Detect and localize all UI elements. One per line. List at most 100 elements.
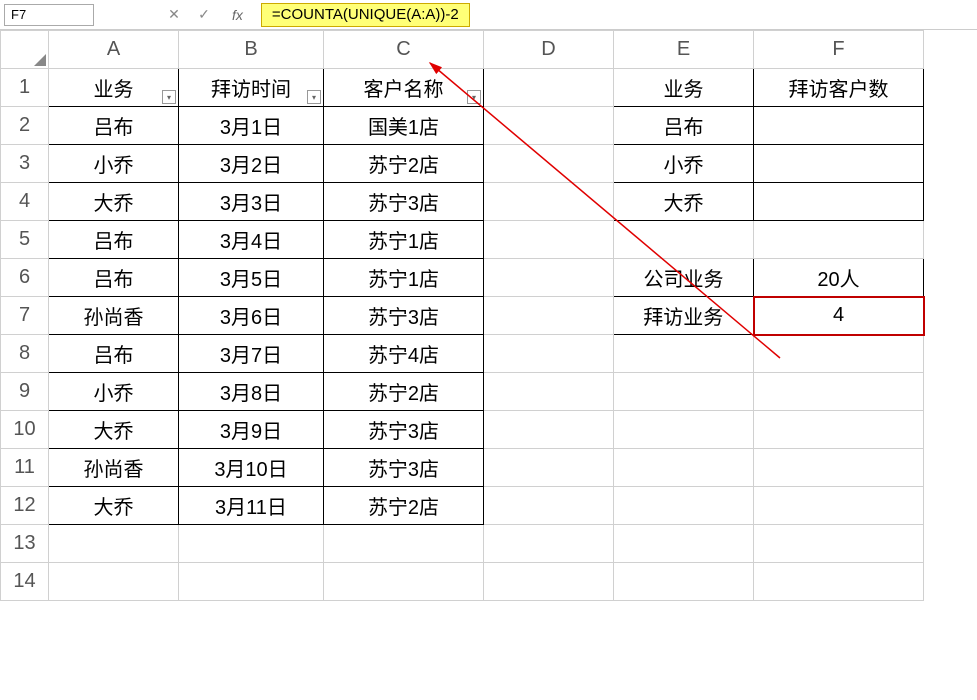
col-header-b[interactable]: B	[179, 31, 324, 69]
cell-a5[interactable]: 吕布	[49, 221, 179, 259]
cell-a12[interactable]: 大乔	[49, 487, 179, 525]
row-header-6[interactable]: 6	[1, 259, 49, 297]
cell-d8[interactable]	[484, 335, 614, 373]
cell-a3[interactable]: 小乔	[49, 145, 179, 183]
cell-d11[interactable]	[484, 449, 614, 487]
cell-d10[interactable]	[484, 411, 614, 449]
cell-c5[interactable]: 苏宁1店	[324, 221, 484, 259]
cell-e13[interactable]	[614, 525, 754, 563]
col-header-f[interactable]: F	[754, 31, 924, 69]
col-header-e[interactable]: E	[614, 31, 754, 69]
cell-a10[interactable]: 大乔	[49, 411, 179, 449]
cell-e2[interactable]: 吕布	[614, 107, 754, 145]
cell-d13[interactable]	[484, 525, 614, 563]
cell-e4[interactable]: 大乔	[614, 183, 754, 221]
cell-a11[interactable]: 孙尚香	[49, 449, 179, 487]
cell-a4[interactable]: 大乔	[49, 183, 179, 221]
cell-a7[interactable]: 孙尚香	[49, 297, 179, 335]
cell-c11[interactable]: 苏宁3店	[324, 449, 484, 487]
cell-b11[interactable]: 3月10日	[179, 449, 324, 487]
cell-c2[interactable]: 国美1店	[324, 107, 484, 145]
cell-b7[interactable]: 3月6日	[179, 297, 324, 335]
cell-f10[interactable]	[754, 411, 924, 449]
filter-icon[interactable]: ▾	[467, 90, 481, 104]
row-header-11[interactable]: 11	[1, 449, 49, 487]
cell-b4[interactable]: 3月3日	[179, 183, 324, 221]
select-all-corner[interactable]	[1, 31, 49, 69]
cell-e7[interactable]: 拜访业务	[614, 297, 754, 335]
cell-f9[interactable]	[754, 373, 924, 411]
cell-c8[interactable]: 苏宁4店	[324, 335, 484, 373]
cell-f7[interactable]: 4	[754, 297, 924, 335]
cell-f3[interactable]	[754, 145, 924, 183]
row-header-13[interactable]: 13	[1, 525, 49, 563]
cell-f14[interactable]	[754, 563, 924, 601]
cell-d6[interactable]	[484, 259, 614, 297]
cell-b3[interactable]: 3月2日	[179, 145, 324, 183]
col-header-a[interactable]: A	[49, 31, 179, 69]
name-box[interactable]: F7	[4, 4, 94, 26]
cell-e9[interactable]	[614, 373, 754, 411]
cancel-icon[interactable]: ✕	[164, 5, 184, 25]
cell-b12[interactable]: 3月11日	[179, 487, 324, 525]
col-header-c[interactable]: C	[324, 31, 484, 69]
cell-f5[interactable]	[754, 221, 924, 259]
row-header-8[interactable]: 8	[1, 335, 49, 373]
cell-b9[interactable]: 3月8日	[179, 373, 324, 411]
cell-e14[interactable]	[614, 563, 754, 601]
row-header-12[interactable]: 12	[1, 487, 49, 525]
cell-b1[interactable]: 拜访时间▾	[179, 69, 324, 107]
cell-b5[interactable]: 3月4日	[179, 221, 324, 259]
cell-e8[interactable]	[614, 335, 754, 373]
cell-f11[interactable]	[754, 449, 924, 487]
cell-f4[interactable]	[754, 183, 924, 221]
cell-a13[interactable]	[49, 525, 179, 563]
cell-e12[interactable]	[614, 487, 754, 525]
cell-d12[interactable]	[484, 487, 614, 525]
filter-icon[interactable]: ▾	[307, 90, 321, 104]
row-header-9[interactable]: 9	[1, 373, 49, 411]
row-header-10[interactable]: 10	[1, 411, 49, 449]
row-header-4[interactable]: 4	[1, 183, 49, 221]
cell-f8[interactable]	[754, 335, 924, 373]
cell-b2[interactable]: 3月1日	[179, 107, 324, 145]
formula-input[interactable]: =COUNTA(UNIQUE(A:A))-2	[261, 3, 470, 27]
cell-e5[interactable]	[614, 221, 754, 259]
cell-d2[interactable]	[484, 107, 614, 145]
row-header-2[interactable]: 2	[1, 107, 49, 145]
cell-e6[interactable]: 公司业务	[614, 259, 754, 297]
cell-e3[interactable]: 小乔	[614, 145, 754, 183]
cell-c3[interactable]: 苏宁2店	[324, 145, 484, 183]
cell-d14[interactable]	[484, 563, 614, 601]
cell-a9[interactable]: 小乔	[49, 373, 179, 411]
cell-c10[interactable]: 苏宁3店	[324, 411, 484, 449]
cell-f6[interactable]: 20人	[754, 259, 924, 297]
cell-b6[interactable]: 3月5日	[179, 259, 324, 297]
cell-d7[interactable]	[484, 297, 614, 335]
cell-a6[interactable]: 吕布	[49, 259, 179, 297]
cell-c14[interactable]	[324, 563, 484, 601]
row-header-3[interactable]: 3	[1, 145, 49, 183]
row-header-14[interactable]: 14	[1, 563, 49, 601]
cell-b8[interactable]: 3月7日	[179, 335, 324, 373]
cell-b14[interactable]	[179, 563, 324, 601]
cell-a1[interactable]: 业务▾	[49, 69, 179, 107]
cell-b10[interactable]: 3月9日	[179, 411, 324, 449]
cell-e1[interactable]: 业务	[614, 69, 754, 107]
cell-e10[interactable]	[614, 411, 754, 449]
cell-a14[interactable]	[49, 563, 179, 601]
cell-a2[interactable]: 吕布	[49, 107, 179, 145]
cell-d3[interactable]	[484, 145, 614, 183]
cell-f13[interactable]	[754, 525, 924, 563]
col-header-d[interactable]: D	[484, 31, 614, 69]
cell-d5[interactable]	[484, 221, 614, 259]
cell-f1[interactable]: 拜访客户数	[754, 69, 924, 107]
cell-c13[interactable]	[324, 525, 484, 563]
cell-c6[interactable]: 苏宁1店	[324, 259, 484, 297]
row-header-7[interactable]: 7	[1, 297, 49, 335]
cell-c4[interactable]: 苏宁3店	[324, 183, 484, 221]
fx-icon[interactable]: fx	[232, 7, 243, 23]
cell-c1[interactable]: 客户名称▾	[324, 69, 484, 107]
cell-c12[interactable]: 苏宁2店	[324, 487, 484, 525]
cell-d4[interactable]	[484, 183, 614, 221]
